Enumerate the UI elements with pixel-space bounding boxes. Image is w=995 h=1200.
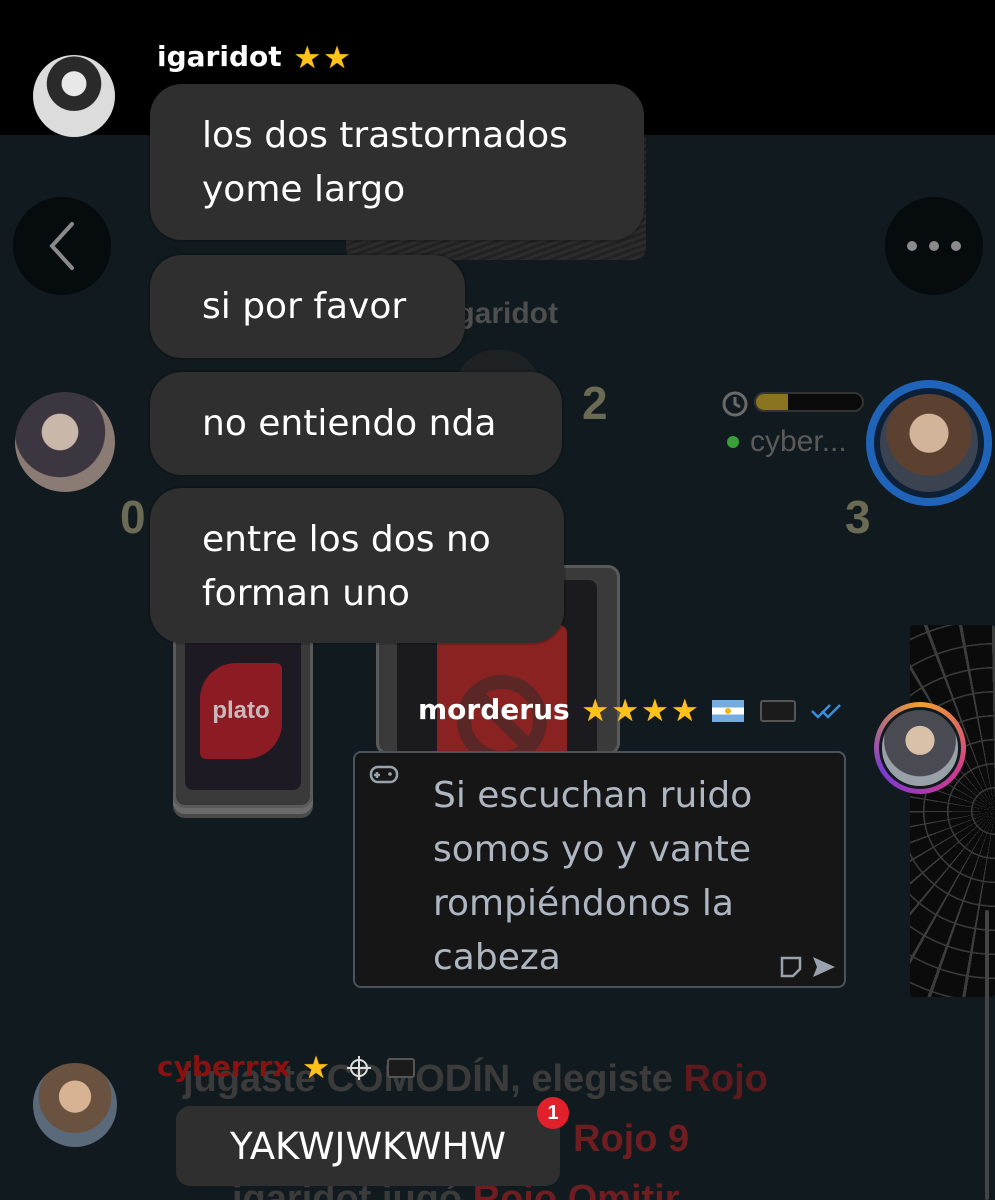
chat-line: forman uno [202, 573, 410, 614]
chat-bubble[interactable]: entre los dos no forman uno [150, 488, 564, 643]
chat-line: cabeza [433, 937, 561, 978]
right-player-avatar[interactable] [866, 380, 992, 506]
star-icon: ★ [611, 693, 640, 729]
morderus-message-text: Si escuchan ruido somos yo y vante rompi… [433, 769, 813, 985]
send-icon[interactable] [811, 955, 837, 979]
chat-bubble[interactable]: no entiendo nda [150, 372, 562, 475]
morderus-message-card[interactable]: Si escuchan ruido somos yo y vante rompi… [353, 751, 846, 988]
unread-badge: 1 [537, 1097, 569, 1129]
cyberrrx-username: cyberrrx ★ [157, 1050, 416, 1086]
turn-timer-bar [754, 392, 864, 412]
double-check-icon [810, 704, 841, 719]
card-logo: plato [200, 663, 282, 759]
sticker-icon[interactable] [779, 955, 803, 979]
more-icon [907, 241, 961, 251]
chat-line: rompiéndonos la [433, 883, 734, 924]
left-player-card-count: 0 [120, 491, 146, 543]
scrollbar[interactable] [985, 910, 989, 1200]
clock-icon [722, 391, 748, 417]
card-icon [387, 1058, 416, 1078]
star-icon: ★ [581, 693, 610, 729]
chat-bubble[interactable]: los dos trastornados yome largo [150, 84, 644, 240]
star-icon: ★ [670, 693, 699, 729]
morderus-avatar[interactable] [874, 702, 966, 794]
more-options-button[interactable] [885, 197, 983, 295]
card-icon [760, 700, 797, 722]
cyberrrx-avatar[interactable] [33, 1063, 117, 1147]
igaridot-username: igaridot ★★ [157, 40, 351, 76]
draw-pile[interactable]: plato [173, 620, 313, 808]
turn-timer-fill [756, 394, 788, 410]
target-icon [346, 1056, 371, 1080]
chat-line: si por favor [202, 286, 407, 327]
right-player-card-count: 3 [845, 491, 871, 543]
igaridot-avatar[interactable] [33, 55, 115, 137]
chat-bubble[interactable]: si por favor [150, 255, 465, 358]
left-player-avatar[interactable] [15, 392, 115, 492]
online-dot [727, 436, 739, 448]
back-button[interactable] [13, 197, 111, 295]
chat-line: los dos trastornados [202, 115, 568, 156]
game-log-line-2: Rojo 9 [573, 1118, 690, 1160]
right-player-name: cyber... [750, 425, 847, 458]
chat-line: entre los dos no [202, 519, 491, 560]
gamepad-icon [369, 765, 399, 784]
morderus-username: morderus ★★★★ [418, 693, 844, 729]
star-icon: ★ [641, 693, 669, 729]
chat-line: no entiendo nda [202, 403, 497, 444]
cyberrrx-message-bubble[interactable]: YAKWJWKWHW [176, 1106, 560, 1186]
chat-line: somos yo y vante [433, 829, 752, 870]
back-icon [49, 222, 74, 270]
star-icon: ★ [323, 40, 351, 76]
top-player-card-count: 2 [582, 377, 608, 429]
chat-line: Si escuchan ruido [433, 775, 753, 816]
star-icon: ★ [302, 1050, 330, 1086]
spiderweb-decoration [910, 625, 995, 997]
chat-line: YAKWJWKWHW [229, 1124, 506, 1168]
argentina-flag-icon [712, 700, 745, 722]
chat-line: yome largo [202, 169, 406, 210]
draw-pile-face: plato [185, 635, 301, 790]
star-icon: ★ [293, 40, 322, 76]
